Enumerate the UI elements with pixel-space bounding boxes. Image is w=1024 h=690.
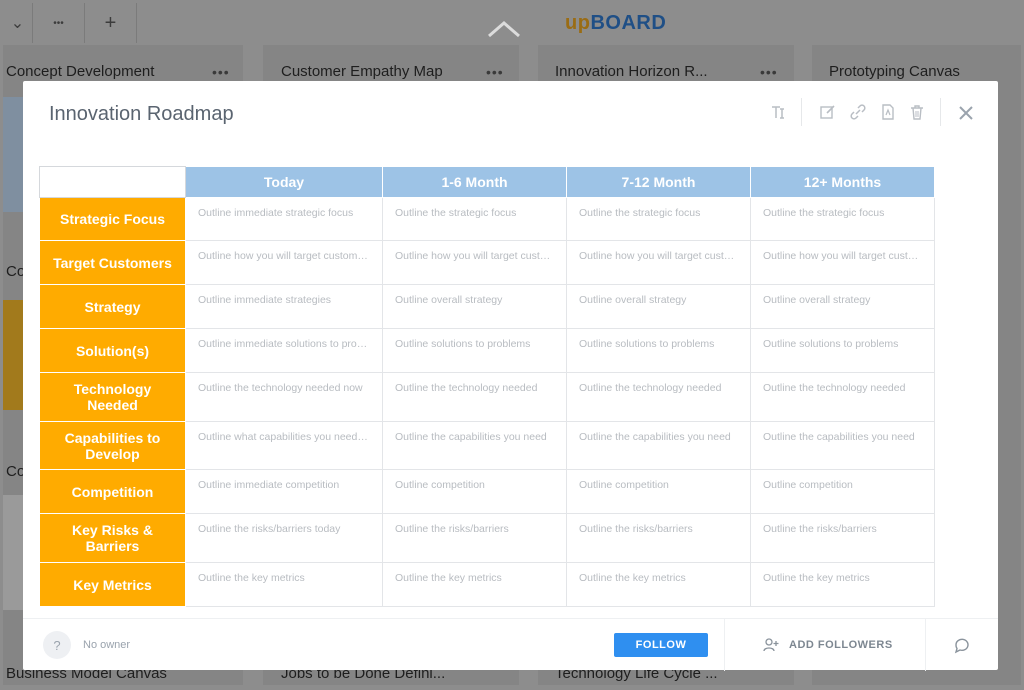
table-cell[interactable]: Outline how you will target custome... xyxy=(185,240,383,285)
table-cell[interactable]: Outline the risks/barriers xyxy=(566,513,751,563)
table-cell[interactable]: Outline the risks/barriers xyxy=(750,513,935,563)
footer-divider xyxy=(724,619,725,671)
row-header-key-risks-barriers: Key Risks & Barriers xyxy=(39,513,186,563)
board-card-title[interactable]: Concept Development xyxy=(6,63,154,80)
table-row: Key Metrics Outline the key metrics Outl… xyxy=(39,562,935,607)
board-card-thumbnail xyxy=(3,97,23,212)
edit-icon[interactable] xyxy=(819,103,837,121)
chevron-up-icon[interactable] xyxy=(487,20,521,38)
board-card-thumbnail xyxy=(3,495,23,610)
row-header-strategy: Strategy xyxy=(39,284,186,329)
table-row: Competition Outline immediate competitio… xyxy=(39,469,935,514)
table-cell[interactable]: Outline the technology needed xyxy=(750,372,935,422)
table-cell[interactable]: Outline solutions to problems xyxy=(566,328,751,373)
toolbar-divider xyxy=(940,98,941,126)
table-row: Strategy Outline immediate strategies Ou… xyxy=(39,284,935,329)
row-header-strategic-focus: Strategic Focus xyxy=(39,197,186,241)
board-card-thumbnail xyxy=(3,300,23,410)
pdf-icon[interactable] xyxy=(879,103,897,121)
table-cell[interactable]: Outline competition xyxy=(382,469,567,514)
table-cell[interactable]: Outline competition xyxy=(750,469,935,514)
card-menu-icon[interactable]: ••• xyxy=(212,64,230,80)
table-cell[interactable]: Outline the technology needed now xyxy=(185,372,383,422)
more-icon[interactable]: ••• xyxy=(33,3,85,43)
table-cell[interactable]: Outline the risks/barriers xyxy=(382,513,567,563)
add-icon[interactable]: + xyxy=(85,3,137,43)
text-size-icon[interactable] xyxy=(770,103,788,121)
table-cell[interactable]: Outline the key metrics xyxy=(185,562,383,607)
card-menu-icon[interactable]: ••• xyxy=(760,64,778,80)
table-row: Strategic Focus Outline immediate strate… xyxy=(39,197,935,241)
modal-footer: ? No owner FOLLOW ADD FOLLOWERS xyxy=(23,618,998,671)
row-header-solutions: Solution(s) xyxy=(39,328,186,373)
table-cell[interactable]: Outline the capabilities you need xyxy=(750,421,935,470)
row-header-technology-needed: Technology Needed xyxy=(39,372,186,422)
table-cell[interactable]: Outline competition xyxy=(566,469,751,514)
row-header-capabilities-to-develop: Capabilities to Develop xyxy=(39,421,186,470)
canvas-modal: Innovation Roadmap Today 1-6 Month 7-12 xyxy=(23,81,998,671)
chevron-down-icon[interactable]: ⌄ xyxy=(3,3,33,43)
upboard-logo: upBOARD xyxy=(565,12,667,34)
table-corner xyxy=(39,166,186,198)
add-user-icon xyxy=(763,638,779,652)
board-card-title[interactable]: Prototyping Canvas xyxy=(829,63,960,80)
table-cell[interactable]: Outline what capabilities you need n... xyxy=(185,421,383,470)
table-cell[interactable]: Outline how you will target custo... xyxy=(750,240,935,285)
row-header-competition: Competition xyxy=(39,469,186,514)
board-card-title[interactable]: Innovation Horizon R... xyxy=(555,63,708,80)
link-icon[interactable] xyxy=(849,103,867,121)
table-row: Key Risks & Barriers Outline the risks/b… xyxy=(39,513,935,563)
column-header-today: Today xyxy=(185,166,383,198)
table-cell[interactable]: Outline how you will target custo... xyxy=(382,240,567,285)
table-cell[interactable]: Outline the capabilities you need xyxy=(566,421,751,470)
table-row: Target Customers Outline how you will ta… xyxy=(39,240,935,285)
column-header-12-plus-months: 12+ Months xyxy=(750,166,935,198)
modal-title: Innovation Roadmap xyxy=(49,103,234,125)
table-cell[interactable]: Outline how you will target custo... xyxy=(566,240,751,285)
column-header-1-6-month: 1-6 Month xyxy=(382,166,567,198)
table-cell[interactable]: Outline immediate strategies xyxy=(185,284,383,329)
table-cell[interactable]: Outline the capabilities you need xyxy=(382,421,567,470)
trash-icon[interactable] xyxy=(908,103,926,121)
table-cell[interactable]: Outline overall strategy xyxy=(750,284,935,329)
table-cell[interactable]: Outline immediate competition xyxy=(185,469,383,514)
column-header-7-12-month: 7-12 Month xyxy=(566,166,751,198)
comment-icon[interactable] xyxy=(953,636,971,654)
table-cell[interactable]: Outline the technology needed xyxy=(566,372,751,422)
table-cell[interactable]: Outline the risks/barriers today xyxy=(185,513,383,563)
table-cell[interactable]: Outline overall strategy xyxy=(566,284,751,329)
table-cell[interactable]: Outline immediate solutions to prob... xyxy=(185,328,383,373)
table-cell[interactable]: Outline overall strategy xyxy=(382,284,567,329)
add-followers-button[interactable]: ADD FOLLOWERS xyxy=(763,633,893,657)
board-card-title[interactable]: Customer Empathy Map xyxy=(281,63,443,80)
table-cell[interactable]: Outline solutions to problems xyxy=(750,328,935,373)
table-cell[interactable]: Outline immediate strategic focus xyxy=(185,197,383,241)
table-cell[interactable]: Outline the strategic focus xyxy=(382,197,567,241)
close-icon[interactable] xyxy=(956,103,976,123)
table-cell[interactable]: Outline solutions to problems xyxy=(382,328,567,373)
follow-button[interactable]: FOLLOW xyxy=(614,633,708,657)
table-row: Solution(s) Outline immediate solutions … xyxy=(39,328,935,373)
owner-avatar[interactable]: ? xyxy=(43,631,71,659)
table-cell[interactable]: Outline the strategic focus xyxy=(566,197,751,241)
row-header-target-customers: Target Customers xyxy=(39,240,186,285)
table-cell[interactable]: Outline the key metrics xyxy=(566,562,751,607)
roadmap-table: Today 1-6 Month 7-12 Month 12+ Months St… xyxy=(39,166,935,607)
add-followers-label: ADD FOLLOWERS xyxy=(789,639,893,651)
table-row: Capabilities to Develop Outline what cap… xyxy=(39,421,935,470)
table-cell[interactable]: Outline the technology needed xyxy=(382,372,567,422)
table-cell[interactable]: Outline the key metrics xyxy=(750,562,935,607)
footer-divider xyxy=(925,619,926,671)
toolbar-divider xyxy=(801,98,802,126)
table-cell[interactable]: Outline the key metrics xyxy=(382,562,567,607)
card-menu-icon[interactable]: ••• xyxy=(486,64,504,80)
table-row: Technology Needed Outline the technology… xyxy=(39,372,935,422)
row-header-key-metrics: Key Metrics xyxy=(39,562,186,607)
owner-label: No owner xyxy=(83,639,131,651)
table-cell[interactable]: Outline the strategic focus xyxy=(750,197,935,241)
